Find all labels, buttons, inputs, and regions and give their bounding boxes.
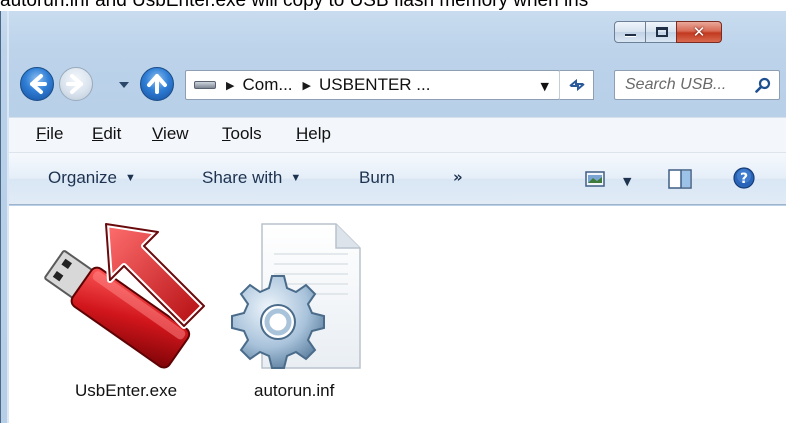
usb-drive-arrow-icon[interactable] [40,220,212,370]
forward-arrow-icon [66,74,83,94]
close-button[interactable]: ✕ [676,21,722,43]
breadcrumb-computer[interactable]: Com... [242,75,292,95]
address-bar[interactable]: ▶ Com... ▶ USBENTER ... ▼ [185,70,560,100]
menu-edit[interactable]: Edit [92,124,121,144]
refresh-icon [569,78,585,92]
menu-view[interactable]: View [152,124,189,144]
back-arrow-icon [30,74,47,94]
refresh-button[interactable] [559,70,594,100]
maximize-icon [656,27,668,37]
minimize-icon [625,34,636,37]
search-input[interactable]: Search USB... [625,76,726,94]
share-with-dropdown-icon: ▼ [290,172,302,184]
menu-file[interactable]: File [36,124,63,144]
minimize-button[interactable] [614,21,646,43]
more-commands-icon[interactable]: » [453,168,463,186]
drive-icon [194,81,216,89]
share-with-label: Share with [202,168,283,187]
organize-label: Organize [48,168,117,187]
menu-help[interactable]: Help [296,124,331,144]
maximize-button[interactable] [645,21,677,43]
burn-button[interactable]: Burn [359,168,395,188]
organize-dropdown-icon: ▼ [124,172,136,184]
breadcrumb-separator-icon[interactable]: ▶ [303,79,311,92]
recent-pages-dropdown-icon[interactable] [118,80,130,90]
page-caption: autorun.inf and UsbEnter.exe will copy t… [0,0,589,11]
svg-text:?: ? [740,171,748,187]
address-dropdown-icon[interactable]: ▼ [541,80,549,93]
back-button[interactable] [20,67,54,101]
caption-buttons: ✕ [614,21,722,43]
up-arrow-icon [147,74,167,94]
file-name-autorun[interactable]: autorun.inf [254,381,334,401]
change-view-icon[interactable] [585,171,605,187]
change-view-dropdown-icon[interactable]: ▼ [623,175,631,188]
menu-bar: File Edit View Tools Help [9,117,786,153]
forward-button[interactable] [59,67,93,101]
share-with-button[interactable]: Share with ▼ [202,168,301,188]
search-box[interactable]: Search USB... [614,70,780,100]
up-button[interactable] [140,67,174,101]
breadcrumb-usbenter[interactable]: USBENTER ... [319,75,430,95]
file-name-usbenter[interactable]: UsbEnter.exe [75,381,177,401]
close-icon: ✕ [692,23,706,41]
breadcrumb-separator-icon[interactable]: ▶ [226,79,234,92]
preview-pane-icon[interactable] [668,169,692,189]
search-icon[interactable] [755,77,771,93]
settings-file-icon[interactable] [228,218,378,378]
help-icon[interactable]: ? [733,167,755,189]
menu-tools[interactable]: Tools [222,124,262,144]
organize-button[interactable]: Organize ▼ [48,168,136,188]
